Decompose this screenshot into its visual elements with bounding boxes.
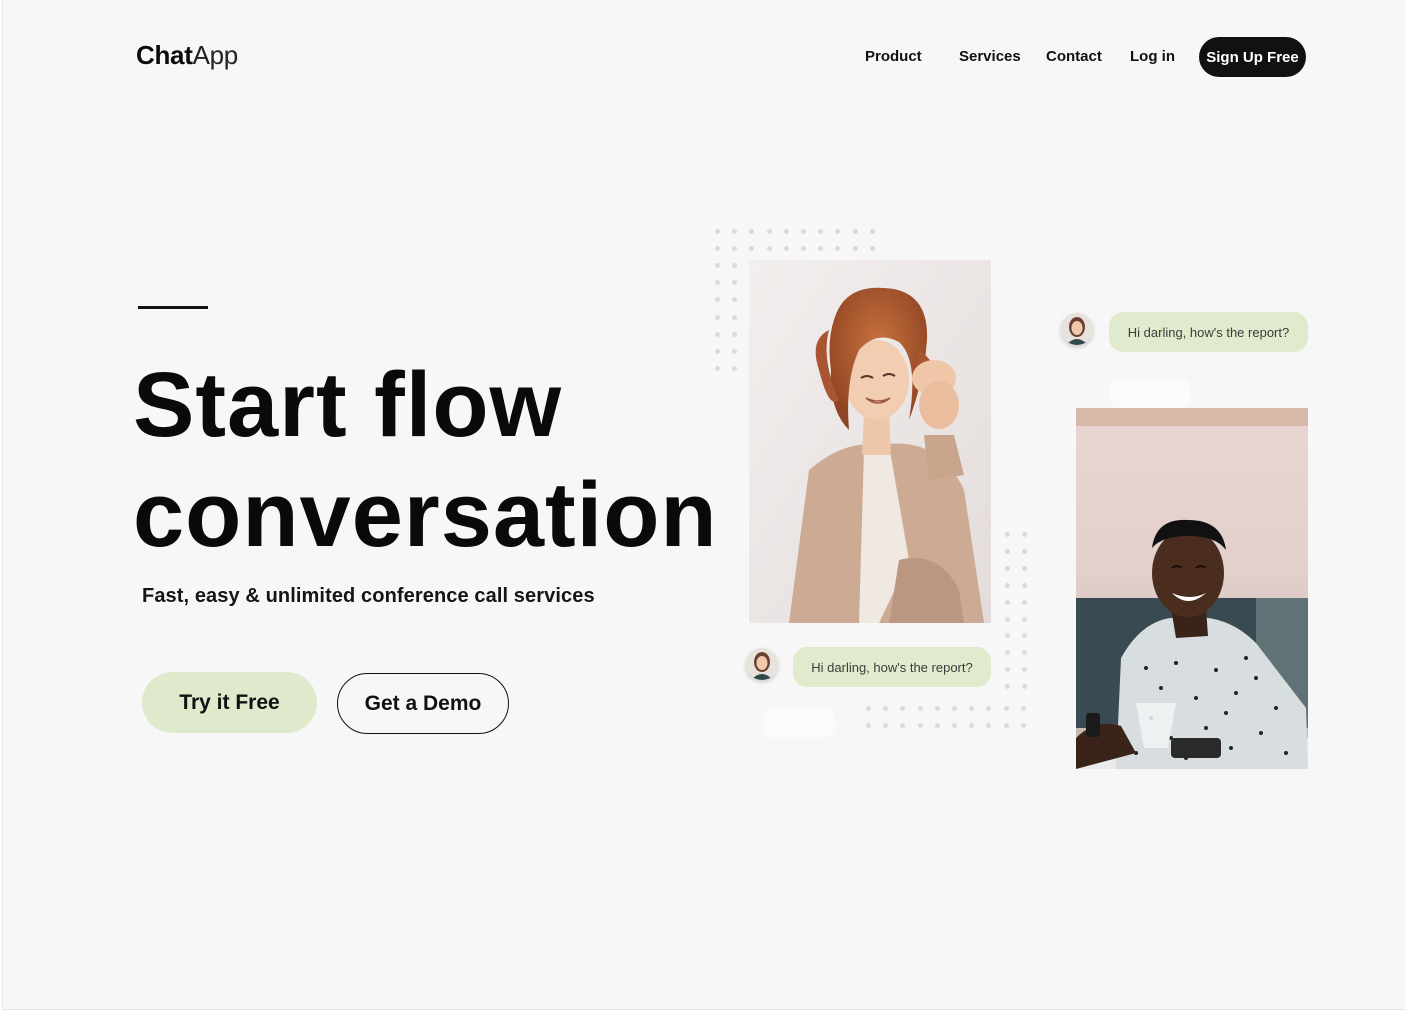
nav-product[interactable]: Product xyxy=(865,48,922,66)
dot xyxy=(783,246,789,252)
photo-woman-laughing xyxy=(749,260,991,623)
dot xyxy=(818,229,824,234)
dot xyxy=(883,723,889,729)
landing-page: ChatApp Product Services Contact Log in … xyxy=(2,0,1405,1010)
dot xyxy=(1021,548,1027,554)
dot xyxy=(1021,667,1027,673)
dot xyxy=(835,246,841,252)
dot xyxy=(1005,582,1010,588)
nav-contact[interactable]: Contact xyxy=(1046,48,1102,66)
dot xyxy=(1021,650,1027,656)
dot xyxy=(715,314,720,320)
dot xyxy=(1021,599,1027,605)
dot xyxy=(1005,667,1010,673)
dot xyxy=(732,297,738,303)
dot xyxy=(1020,723,1026,729)
hero-title: Start flow conversation xyxy=(133,350,718,570)
dot xyxy=(715,297,720,303)
nav-services[interactable]: Services xyxy=(959,48,1021,66)
dot xyxy=(1005,616,1010,622)
dot xyxy=(732,349,738,354)
dot xyxy=(969,706,975,711)
get-demo-button[interactable]: Get a Demo xyxy=(337,673,509,734)
dot xyxy=(715,229,720,234)
chat-bubble-1: Hi darling, how's the report? xyxy=(1109,312,1308,352)
dot xyxy=(766,229,772,234)
dot xyxy=(917,706,923,711)
dot xyxy=(715,366,720,372)
dot xyxy=(732,246,738,252)
dot xyxy=(732,229,738,234)
dot xyxy=(866,706,871,711)
dot xyxy=(715,349,720,354)
chat-avatar-1 xyxy=(1061,313,1093,345)
dot xyxy=(900,706,906,711)
dot xyxy=(732,314,738,320)
hero-title-line-1: Start flow xyxy=(133,354,563,456)
dot xyxy=(715,331,720,337)
dot xyxy=(1021,582,1027,588)
dot xyxy=(869,246,875,252)
dot xyxy=(1003,723,1009,729)
dot xyxy=(1021,684,1027,690)
dot xyxy=(869,229,875,234)
dot xyxy=(715,280,720,286)
dot xyxy=(1021,633,1027,639)
dot xyxy=(1005,633,1010,639)
try-free-button[interactable]: Try it Free xyxy=(142,672,317,733)
dot xyxy=(969,723,975,729)
user-avatar-icon xyxy=(1061,313,1093,345)
dot xyxy=(732,366,738,372)
photo-man-smiling xyxy=(1076,408,1308,769)
dot xyxy=(852,246,858,252)
dot xyxy=(1005,565,1010,571)
top-nav: Product Services Contact Log in Sign Up … xyxy=(3,36,1405,78)
dot xyxy=(883,706,889,711)
dot xyxy=(715,263,720,268)
dot xyxy=(1003,706,1009,711)
dot xyxy=(952,706,957,711)
dot xyxy=(1021,565,1027,571)
dot xyxy=(783,229,789,234)
chat-ghost-bubble-2 xyxy=(763,708,835,738)
accent-divider xyxy=(138,306,208,309)
dot xyxy=(1021,616,1027,622)
dot xyxy=(866,723,871,729)
dot xyxy=(732,331,738,337)
dot xyxy=(766,246,772,252)
dot xyxy=(732,263,738,268)
chat-ghost-bubble-1 xyxy=(1109,378,1191,408)
dot xyxy=(801,229,806,234)
dot xyxy=(818,246,824,252)
dot xyxy=(917,723,923,729)
user-avatar-icon xyxy=(746,648,778,680)
dot xyxy=(715,246,720,252)
dot xyxy=(732,280,738,286)
dot xyxy=(1005,548,1010,554)
dot xyxy=(835,229,841,234)
dot xyxy=(934,723,940,729)
chat-avatar-2 xyxy=(746,648,778,680)
nav-login[interactable]: Log in xyxy=(1130,48,1175,66)
dot xyxy=(749,246,755,252)
dot xyxy=(986,723,992,729)
dot xyxy=(934,706,940,711)
dot xyxy=(1005,684,1010,690)
dot xyxy=(749,229,755,234)
dot xyxy=(1005,650,1010,656)
dot xyxy=(900,723,906,729)
dot xyxy=(1020,706,1026,711)
hero-subtitle: Fast, easy & unlimited conference call s… xyxy=(142,585,595,607)
dot xyxy=(1005,599,1010,605)
hero-title-line-2: conversation xyxy=(133,464,718,566)
dot xyxy=(801,246,806,252)
dot xyxy=(1005,532,1010,537)
dot xyxy=(986,706,992,711)
chat-bubble-2: Hi darling, how's the report? xyxy=(793,647,991,687)
signup-button[interactable]: Sign Up Free xyxy=(1199,37,1306,77)
dot xyxy=(852,229,858,234)
dot xyxy=(952,723,957,729)
dot xyxy=(1021,532,1027,537)
